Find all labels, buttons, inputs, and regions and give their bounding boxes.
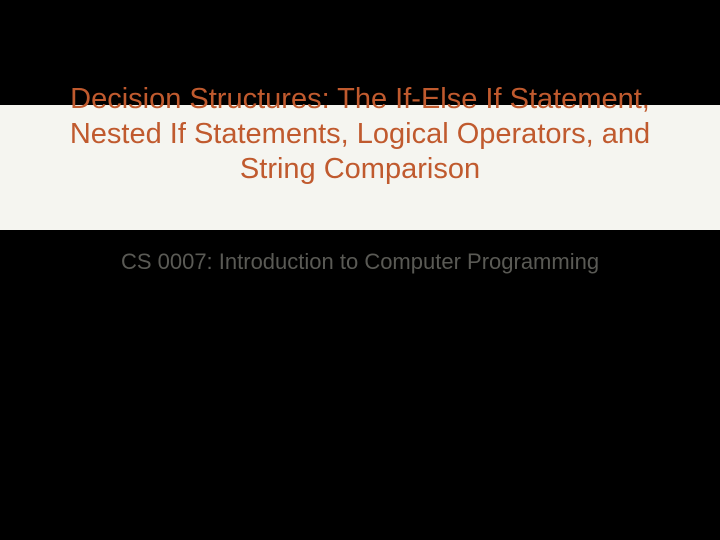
slide: Decision Structures: The If-Else If Stat… — [0, 0, 720, 540]
slide-subtitle: CS 0007: Introduction to Computer Progra… — [60, 248, 660, 276]
slide-title: Decision Structures: The If-Else If Stat… — [60, 82, 660, 186]
